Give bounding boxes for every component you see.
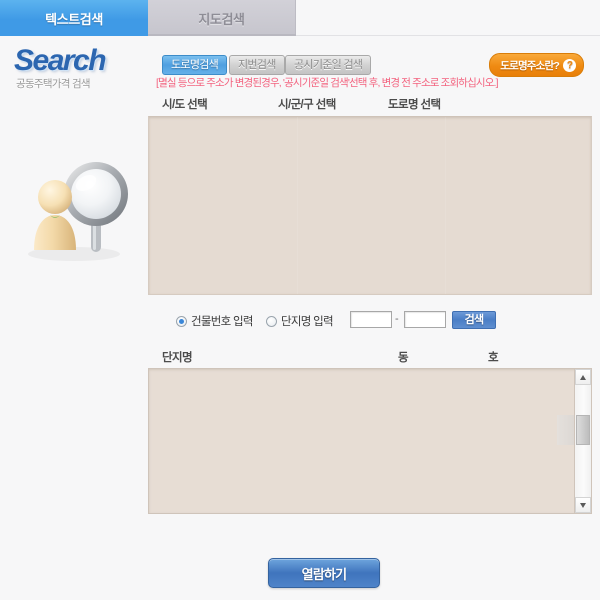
result-list-panel[interactable]	[148, 368, 592, 514]
tab-underline	[148, 34, 296, 36]
page-title: Search	[14, 44, 107, 77]
address-change-notice: [멸실 등으로 주소가 변경된경우, '공시기준일 검색'선택 후, 변경 전 …	[156, 77, 499, 89]
column-header-dong: 동	[398, 352, 409, 364]
scrollbar-thumb-shadow	[557, 415, 574, 445]
radio-building-number[interactable]: 건물번호 입력	[176, 313, 253, 329]
selector-list-panel[interactable]	[148, 116, 592, 295]
selector-column-headers: 시/도 선택 시/군/구 선택 도로명 선택	[148, 96, 592, 114]
radio-complex-name-dot[interactable]	[266, 315, 277, 327]
search-criteria-row: 건물번호 입력 단지명 입력 - 검색	[148, 309, 592, 339]
road-name-help-button[interactable]: 도로명주소란? ?	[489, 53, 584, 77]
mode-button-lot-number-label: 지번검색	[238, 59, 276, 71]
tab-map-search[interactable]: 지도검색	[148, 0, 296, 36]
road-name-help-label: 도로명주소란?	[500, 59, 560, 72]
input-separator: -	[395, 313, 399, 325]
radio-building-number-label: 건물번호 입력	[191, 316, 253, 328]
mode-button-road-name-label: 도로명검색	[171, 59, 219, 71]
chevron-down-icon	[580, 502, 586, 508]
column-header-sigungu: 시/군/구 선택	[278, 99, 336, 111]
building-number-from-input[interactable]	[350, 311, 392, 328]
scrollbar-thumb[interactable]	[576, 415, 590, 445]
view-button[interactable]: 열람하기	[268, 558, 380, 588]
search-button-label: 검색	[464, 314, 484, 326]
mode-button-row: 도로명검색 지번검색 공시기준일 검색 도로명주소란? ?	[148, 45, 592, 77]
view-button-label: 열람하기	[301, 566, 347, 582]
tab-text-search-label: 텍스트검색	[45, 11, 103, 27]
mode-button-base-date[interactable]: 공시기준일 검색	[285, 55, 372, 75]
page-subtitle: 공동주택가격 검색	[16, 77, 91, 90]
mode-button-base-date-label: 공시기준일 검색	[294, 59, 363, 71]
column-header-ho: 호	[488, 352, 499, 364]
tab-bar-filler	[296, 0, 600, 36]
tab-map-search-label: 지도검색	[198, 11, 245, 27]
radio-building-number-dot[interactable]	[176, 315, 187, 327]
tab-text-search[interactable]: 텍스트검색	[0, 0, 148, 36]
mode-button-road-name[interactable]: 도로명검색	[162, 55, 228, 75]
search-button[interactable]: 검색	[452, 311, 496, 329]
scroll-up-button[interactable]	[575, 369, 591, 385]
radio-complex-name-label: 단지명 입력	[281, 316, 334, 328]
radio-complex-name[interactable]: 단지명 입력	[266, 313, 334, 329]
question-mark-icon: ?	[563, 58, 576, 72]
person-with-magnifier-icon	[14, 150, 139, 265]
pane-divider-2	[445, 117, 446, 294]
mode-button-lot-number[interactable]: 지번검색	[229, 55, 285, 75]
column-header-road-name: 도로명 선택	[388, 99, 441, 111]
column-header-sido: 시/도 선택	[162, 99, 208, 111]
building-number-to-input[interactable]	[404, 311, 446, 328]
result-list-scrollbar[interactable]	[557, 369, 591, 513]
result-column-headers: 단지명 동 호	[148, 349, 592, 367]
search-content: 도로명검색 지번검색 공시기준일 검색 도로명주소란? ? [멸실 등으로 주소…	[148, 45, 592, 514]
brand-block: Search 공동주택가격 검색	[10, 45, 145, 91]
column-header-complex-name: 단지명	[162, 352, 193, 364]
tab-bar: 텍스트검색 지도검색	[0, 0, 600, 36]
chevron-up-icon	[580, 374, 586, 380]
scroll-down-button[interactable]	[575, 497, 591, 513]
pane-divider-1	[297, 117, 298, 294]
